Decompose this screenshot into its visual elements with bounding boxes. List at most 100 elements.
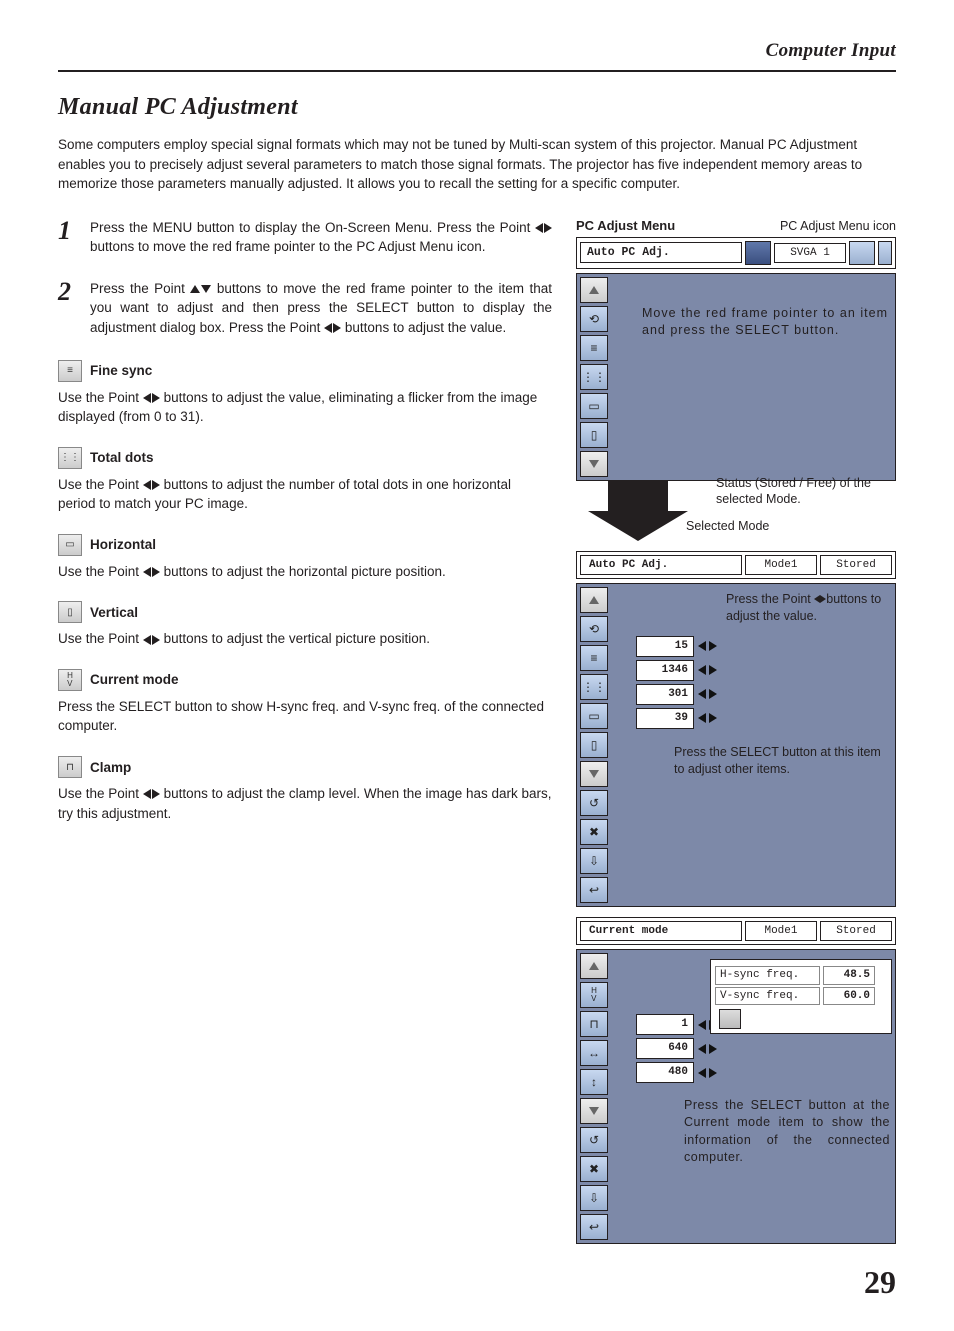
hsync-row: H-sync freq.48.5 xyxy=(715,966,887,985)
value-row-disp-h: 640 xyxy=(614,1037,892,1061)
adjust-lr-icon[interactable] xyxy=(698,1044,717,1054)
adjust-lr-icon[interactable] xyxy=(698,641,717,651)
page-number: 29 xyxy=(58,1264,896,1301)
menu-item-current-mode[interactable]: HV xyxy=(580,982,608,1008)
step-1-text-b: buttons to move the red frame pointer to… xyxy=(90,239,485,254)
adjust-lr-icon[interactable] xyxy=(698,713,717,723)
point-ud-icon xyxy=(190,285,211,293)
step-1-text: Press the MENU button to display the On-… xyxy=(90,218,552,257)
status-label: Status (Stored / Free) of the selected M… xyxy=(716,475,886,508)
step-1-text-a: Press the MENU button to display the On-… xyxy=(90,220,535,235)
freq-info-box: H-sync freq.48.5 V-sync freq.60.0 xyxy=(710,959,892,1035)
vertical-icon: ▯ xyxy=(58,601,82,623)
value-horizontal: 301 xyxy=(636,684,694,705)
menu-item-horizontal[interactable]: ▭ xyxy=(580,393,608,419)
menu-item-mode-free[interactable]: ✖ xyxy=(580,1156,608,1182)
vertical-title: Vertical xyxy=(90,605,138,620)
value-row-4: 39 xyxy=(614,706,892,730)
annotation-1: Move the red frame pointer to an item an… xyxy=(614,277,892,339)
menu-top-label: Auto PC Adj. xyxy=(580,242,742,263)
menu-panel-2-sidebar: ⟲ ≡ ⋮⋮ ▭ ▯ ↺ ✖ ⇩ ↩ xyxy=(580,587,608,903)
value-row-1: 15 xyxy=(614,634,892,658)
menu-item-vertical[interactable]: ▯ xyxy=(580,732,608,758)
scroll-down-icon[interactable] xyxy=(580,451,608,477)
menu-item-horizontal[interactable]: ▭ xyxy=(580,703,608,729)
value-row-disp-v: 480 xyxy=(614,1061,892,1085)
adjust-lr-icon[interactable] xyxy=(698,665,717,675)
step-2-number: 2 xyxy=(58,279,76,338)
pc-adjust-menu-label: PC Adjust Menu xyxy=(576,218,675,233)
menu-top-icon-2[interactable] xyxy=(849,241,875,265)
menu-top-icon-selected[interactable] xyxy=(745,241,771,265)
menu-panel-2: ⟲ ≡ ⋮⋮ ▭ ▯ ↺ ✖ ⇩ ↩ Press the Point butto… xyxy=(576,583,896,907)
status-main-2: Auto PC Adj. xyxy=(580,555,742,575)
total-dots-body: Use the Point buttons to adjust the numb… xyxy=(58,475,552,514)
vertical-body-a: Use the Point xyxy=(58,631,143,646)
menu-top-bar: Auto PC Adj. SVGA 1 xyxy=(576,237,896,269)
menu-item-reset[interactable]: ↺ xyxy=(580,1127,608,1153)
scroll-up-icon[interactable] xyxy=(580,587,608,613)
menu-item-mode-free[interactable]: ✖ xyxy=(580,819,608,845)
menu-item-reset[interactable]: ↺ xyxy=(580,790,608,816)
value-display-v: 480 xyxy=(636,1062,694,1083)
horizontal-body-b: buttons to adjust the horizontal picture… xyxy=(164,564,446,579)
adjust-lr-icon[interactable] xyxy=(698,689,717,699)
current-mode-head: HV Current mode xyxy=(58,669,552,691)
fine-sync-head: ≡ Fine sync xyxy=(58,360,552,382)
clamp-icon: ⊓ xyxy=(58,756,82,778)
fine-sync-title: Fine sync xyxy=(90,363,152,378)
menu-item-store[interactable]: ⇩ xyxy=(580,848,608,874)
menu-item-auto-pc[interactable]: ⟲ xyxy=(580,616,608,642)
value-fine-sync: 15 xyxy=(636,636,694,657)
menu-item-store[interactable]: ⇩ xyxy=(580,1185,608,1211)
menu-item-fine-sync[interactable]: ≡ xyxy=(580,335,608,361)
scroll-up-icon[interactable] xyxy=(580,953,608,979)
hsync-value: 48.5 xyxy=(823,966,875,985)
step-2: 2 Press the Point buttons to move the re… xyxy=(58,279,552,338)
menu-item-quit[interactable]: ↩ xyxy=(580,1214,608,1240)
menu-item-clamp[interactable]: ⊓ xyxy=(580,1011,608,1037)
fine-sync-body-a: Use the Point xyxy=(58,390,143,405)
vertical-head: ▯ Vertical xyxy=(58,601,552,623)
horizontal-head: ▭ Horizontal xyxy=(58,534,552,556)
value-row-2: 1346 xyxy=(614,658,892,682)
status-bar-3: Current mode Mode1 Stored xyxy=(576,917,896,945)
menu-panel-1-sidebar: ⟲ ≡ ⋮⋮ ▭ ▯ xyxy=(580,277,608,477)
vertical-body-b: buttons to adjust the vertical picture p… xyxy=(164,631,430,646)
selected-mode-label: Selected Mode xyxy=(686,519,769,533)
freq-quit-icon[interactable] xyxy=(719,1009,741,1029)
status-mode-2: Mode1 xyxy=(745,555,817,575)
menu-panel-1: ⟲ ≡ ⋮⋮ ▭ ▯ Move the red frame pointer to… xyxy=(576,273,896,481)
current-mode-icon: HV xyxy=(58,669,82,691)
annotation-4: Press the SELECT button at the Current m… xyxy=(614,1085,892,1167)
clamp-head: ⊓ Clamp xyxy=(58,756,552,778)
point-lr-icon xyxy=(143,789,160,799)
adjust-lr-icon[interactable] xyxy=(698,1068,717,1078)
menu-item-display-area-h[interactable]: ↔ xyxy=(580,1040,608,1066)
status-main-3: Current mode xyxy=(580,921,742,941)
value-vertical: 39 xyxy=(636,708,694,729)
status-bar-2: Auto PC Adj. Mode1 Stored xyxy=(576,551,896,579)
value-display-h: 640 xyxy=(636,1038,694,1059)
scroll-up-icon[interactable] xyxy=(580,277,608,303)
menu-item-total-dots[interactable]: ⋮⋮ xyxy=(580,674,608,700)
status-stored-3: Stored xyxy=(820,921,892,941)
menu-panel-3-sidebar: HV ⊓ ↔ ↕ ↺ ✖ ⇩ ↩ xyxy=(580,953,608,1240)
scroll-down-icon[interactable] xyxy=(580,1098,608,1124)
horizontal-title: Horizontal xyxy=(90,537,156,552)
menu-item-fine-sync[interactable]: ≡ xyxy=(580,645,608,671)
hsync-label: H-sync freq. xyxy=(715,966,820,985)
step-2-text: Press the Point buttons to move the red … xyxy=(90,279,552,338)
menu-item-total-dots[interactable]: ⋮⋮ xyxy=(580,364,608,390)
annotation-3: Press the SELECT button at this item to … xyxy=(614,730,892,778)
menu-item-vertical[interactable]: ▯ xyxy=(580,422,608,448)
scroll-down-icon[interactable] xyxy=(580,761,608,787)
value-row-3: 301 xyxy=(614,682,892,706)
point-lr-icon xyxy=(143,480,160,490)
menu-item-quit[interactable]: ↩ xyxy=(580,877,608,903)
left-column: 1 Press the MENU button to display the O… xyxy=(58,218,552,1244)
menu-top-icon-3[interactable] xyxy=(878,241,892,265)
menu-item-auto-pc[interactable]: ⟲ xyxy=(580,306,608,332)
menu-item-display-area-v[interactable]: ↕ xyxy=(580,1069,608,1095)
menu-top-mode: SVGA 1 xyxy=(774,243,846,263)
